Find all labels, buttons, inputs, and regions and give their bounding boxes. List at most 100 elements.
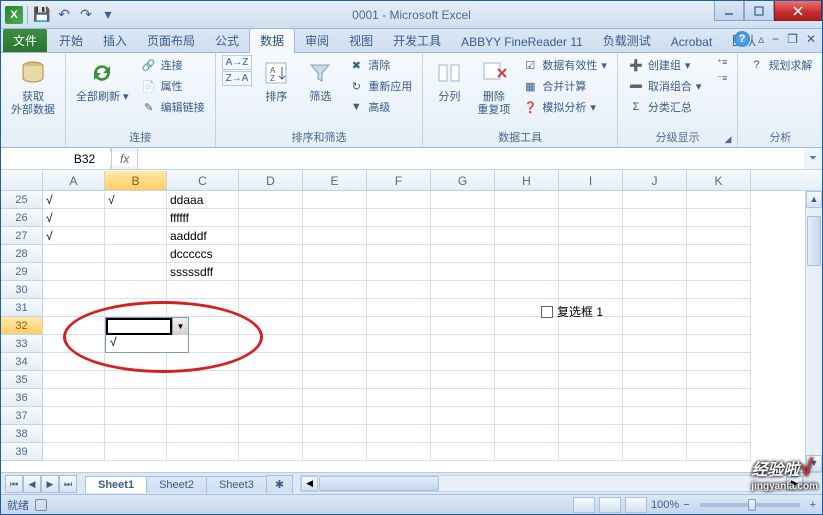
what-if-button[interactable]: ❓模拟分析 ▾ xyxy=(518,97,611,117)
column-header-J[interactable]: J xyxy=(623,171,687,190)
cell-B35[interactable] xyxy=(105,371,167,389)
cell-F31[interactable] xyxy=(367,299,431,317)
cell-K27[interactable] xyxy=(687,227,751,245)
cell-I34[interactable] xyxy=(559,353,623,371)
cell-J33[interactable] xyxy=(623,335,687,353)
cell-F30[interactable] xyxy=(367,281,431,299)
cell-G25[interactable] xyxy=(431,191,495,209)
cell-A26[interactable]: √ xyxy=(43,209,105,227)
cell-A33[interactable] xyxy=(43,335,105,353)
cell-E28[interactable] xyxy=(303,245,367,263)
column-header-D[interactable]: D xyxy=(239,171,303,190)
cell-C25[interactable]: ddaaa xyxy=(167,191,239,209)
page-layout-view-button[interactable] xyxy=(599,497,621,513)
zoom-slider-handle[interactable] xyxy=(748,499,756,511)
sheet-tab-Sheet3[interactable]: Sheet3 xyxy=(206,476,267,493)
ribbon-tab-2[interactable]: 页面布局 xyxy=(137,29,205,52)
cell-A39[interactable] xyxy=(43,443,105,461)
cell-C29[interactable]: sssssdff xyxy=(167,263,239,281)
cell-E27[interactable] xyxy=(303,227,367,245)
horizontal-scroll-thumb[interactable] xyxy=(319,476,439,491)
save-button[interactable]: 💾 xyxy=(32,5,52,25)
ribbon-tab-5[interactable]: 审阅 xyxy=(295,29,339,52)
consolidate-button[interactable]: ▦合并计算 xyxy=(518,76,611,96)
cell-H30[interactable] xyxy=(495,281,559,299)
cell-E38[interactable] xyxy=(303,425,367,443)
cell-J30[interactable] xyxy=(623,281,687,299)
cell-C28[interactable]: dcccccs xyxy=(167,245,239,263)
cell-B27[interactable] xyxy=(105,227,167,245)
properties-button[interactable]: 📄属性 xyxy=(137,76,209,96)
cell-K37[interactable] xyxy=(687,407,751,425)
row-header-29[interactable]: 29 xyxy=(1,263,43,281)
select-all-corner[interactable] xyxy=(1,171,43,190)
cell-J38[interactable] xyxy=(623,425,687,443)
ungroup-button[interactable]: ➖取消组合 ▾ xyxy=(624,76,706,96)
cell-A25[interactable]: √ xyxy=(43,191,105,209)
cell-B29[interactable] xyxy=(105,263,167,281)
cell-H27[interactable] xyxy=(495,227,559,245)
cell-C30[interactable] xyxy=(167,281,239,299)
group-button[interactable]: ➕创建组 ▾ xyxy=(624,55,706,75)
minimize-button[interactable] xyxy=(714,1,744,21)
cell-E35[interactable] xyxy=(303,371,367,389)
cell-J37[interactable] xyxy=(623,407,687,425)
cell-B26[interactable] xyxy=(105,209,167,227)
cell-J34[interactable] xyxy=(623,353,687,371)
cell-H38[interactable] xyxy=(495,425,559,443)
cell-G31[interactable] xyxy=(431,299,495,317)
column-header-K[interactable]: K xyxy=(687,171,751,190)
zoom-slider[interactable] xyxy=(700,503,800,507)
cell-D25[interactable] xyxy=(239,191,303,209)
cell-E32[interactable] xyxy=(303,317,367,335)
row-header-27[interactable]: 27 xyxy=(1,227,43,245)
ribbon-tab-6[interactable]: 视图 xyxy=(339,29,383,52)
cell-C27[interactable]: aadddf xyxy=(167,227,239,245)
cell-I30[interactable] xyxy=(559,281,623,299)
outline-launcher[interactable]: ◢ xyxy=(725,134,732,145)
scroll-down-button[interactable]: ▼ xyxy=(806,455,822,472)
cell-I38[interactable] xyxy=(559,425,623,443)
workbook-close-icon[interactable]: ✕ xyxy=(806,32,816,46)
cell-E37[interactable] xyxy=(303,407,367,425)
formula-bar-expand[interactable]: ⏷ xyxy=(804,153,822,164)
row-header-39[interactable]: 39 xyxy=(1,443,43,461)
cell-D27[interactable] xyxy=(239,227,303,245)
text-to-columns-button[interactable]: 分列 xyxy=(429,55,469,106)
cell-K35[interactable] xyxy=(687,371,751,389)
workbook-minimize-icon[interactable]: − xyxy=(772,32,779,46)
scroll-right-button[interactable]: ▶ xyxy=(786,476,803,491)
subtotal-button[interactable]: Σ分类汇总 xyxy=(624,97,706,117)
cell-G37[interactable] xyxy=(431,407,495,425)
cell-G30[interactable] xyxy=(431,281,495,299)
column-header-E[interactable]: E xyxy=(303,171,367,190)
cell-C37[interactable] xyxy=(167,407,239,425)
cell-F33[interactable] xyxy=(367,335,431,353)
show-detail-button[interactable]: ⁺≡ xyxy=(713,55,731,70)
maximize-button[interactable] xyxy=(744,1,774,21)
cell-D29[interactable] xyxy=(239,263,303,281)
cell-C34[interactable] xyxy=(167,353,239,371)
ribbon-tab-1[interactable]: 插入 xyxy=(93,29,137,52)
close-button[interactable] xyxy=(774,1,822,21)
cell-D35[interactable] xyxy=(239,371,303,389)
new-sheet-button[interactable]: ✱ xyxy=(266,475,293,493)
checkbox-control[interactable]: 复选框 1 xyxy=(541,303,603,320)
cell-C38[interactable] xyxy=(167,425,239,443)
cell-F28[interactable] xyxy=(367,245,431,263)
cell-B38[interactable] xyxy=(105,425,167,443)
cell-B36[interactable] xyxy=(105,389,167,407)
column-header-A[interactable]: A xyxy=(43,171,105,190)
cell-H26[interactable] xyxy=(495,209,559,227)
solver-button[interactable]: ?规划求解 xyxy=(744,55,816,75)
cell-G26[interactable] xyxy=(431,209,495,227)
file-tab[interactable]: 文件 xyxy=(3,29,47,52)
cell-C31[interactable] xyxy=(167,299,239,317)
row-header-35[interactable]: 35 xyxy=(1,371,43,389)
sheet-next-button[interactable]: ▶ xyxy=(41,475,59,493)
cell-J31[interactable] xyxy=(623,299,687,317)
cell-F37[interactable] xyxy=(367,407,431,425)
cell-J25[interactable] xyxy=(623,191,687,209)
dropdown-arrow-icon[interactable]: ▼ xyxy=(172,318,188,335)
cell-K36[interactable] xyxy=(687,389,751,407)
